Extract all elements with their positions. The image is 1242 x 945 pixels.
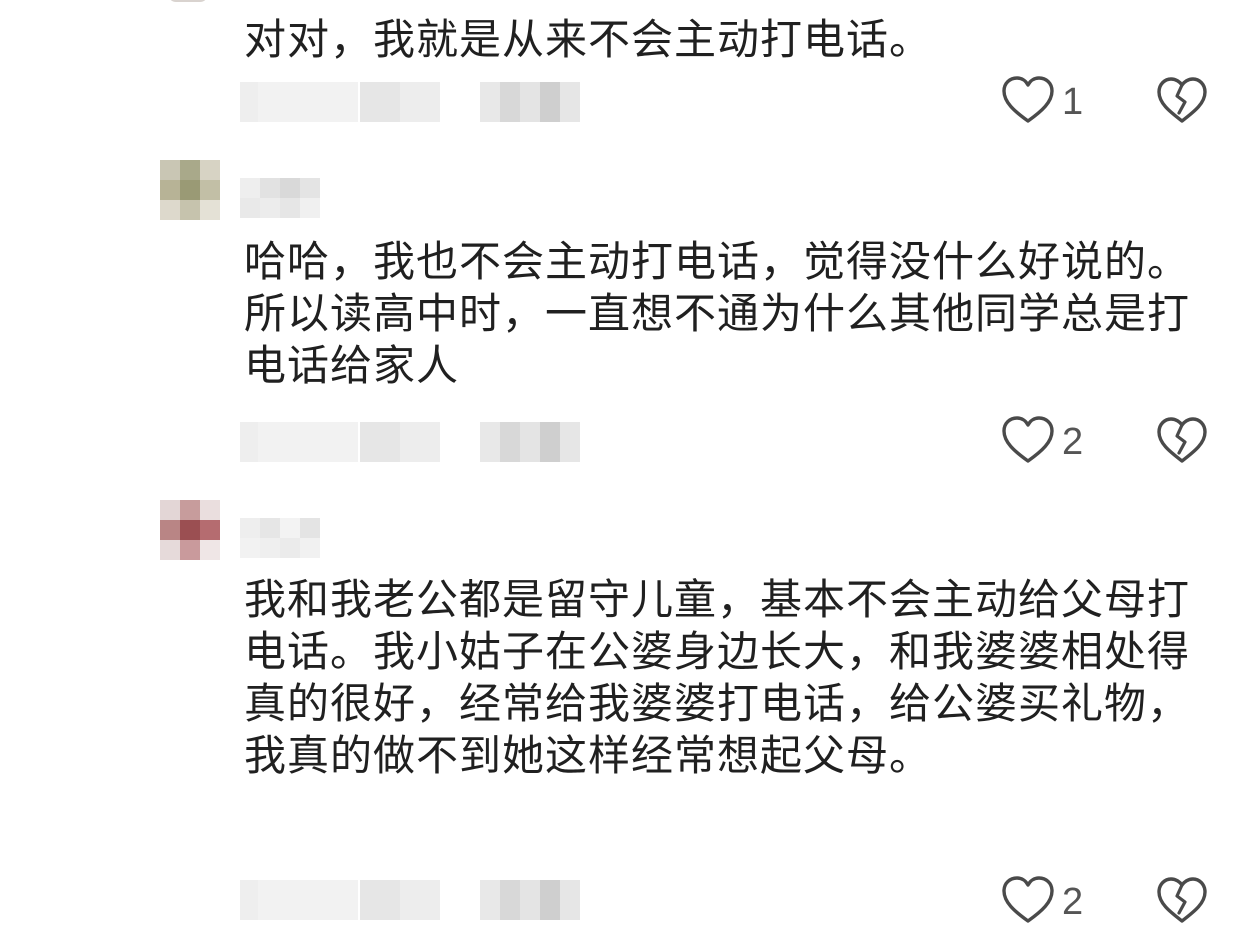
comment-actions: 2 xyxy=(1000,872,1220,932)
like-button[interactable]: 2 xyxy=(1000,872,1083,932)
broken-heart-icon xyxy=(1155,875,1209,929)
broken-heart-icon xyxy=(1155,75,1209,129)
heart-outline-icon xyxy=(1000,414,1056,470)
like-count: 1 xyxy=(1062,80,1084,123)
username-blurred[interactable] xyxy=(240,178,320,218)
avatar[interactable] xyxy=(160,160,220,220)
dislike-button[interactable] xyxy=(1152,72,1212,132)
previous-avatar-edge xyxy=(168,0,208,2)
comment-actions: 2 xyxy=(1000,412,1220,472)
like-count: 2 xyxy=(1062,420,1084,463)
avatar[interactable] xyxy=(160,500,220,560)
like-count: 2 xyxy=(1062,880,1084,923)
dislike-button[interactable] xyxy=(1152,412,1212,472)
broken-heart-icon xyxy=(1155,415,1209,469)
blurred-meta-info xyxy=(240,82,580,122)
comment-text: 哈哈，我也不会主动打电话，觉得没什么好说的。所以读高中时，一直想不通为什么其他同… xyxy=(244,237,1191,390)
dislike-button[interactable] xyxy=(1152,872,1212,932)
heart-outline-icon xyxy=(1000,874,1056,930)
comment-text: 对对，我就是从来不会主动打电话。 xyxy=(244,15,933,64)
like-button[interactable]: 2 xyxy=(1000,412,1083,472)
comment-text: 我和我老公都是留守儿童，基本不会主动给父母打电话。我小姑子在公婆身边长大，和我婆… xyxy=(244,575,1191,780)
comment-actions: 1 xyxy=(1000,72,1220,132)
like-button[interactable]: 1 xyxy=(1000,72,1083,132)
blurred-meta-info xyxy=(240,880,580,920)
heart-outline-icon xyxy=(1000,74,1056,130)
blurred-meta-info xyxy=(240,422,580,462)
username-blurred[interactable] xyxy=(240,518,320,558)
